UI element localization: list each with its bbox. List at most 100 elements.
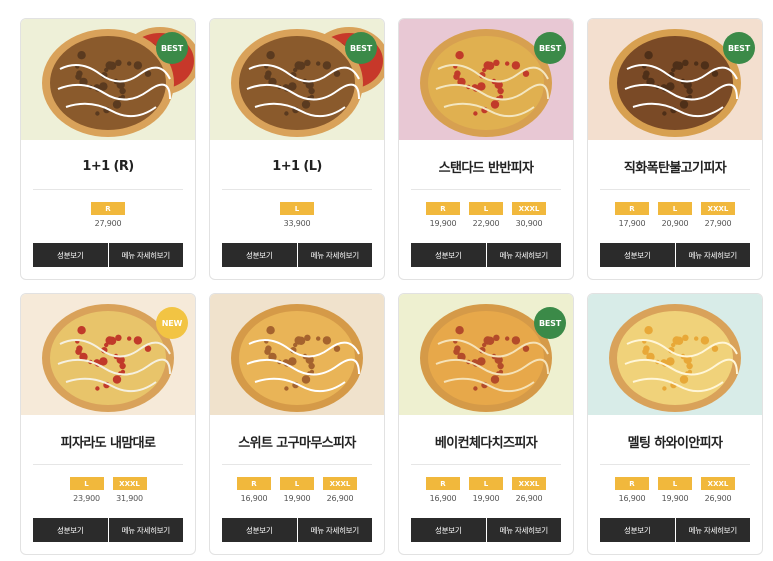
menu-details-button[interactable]: 메뉴 자세히보기	[486, 243, 561, 267]
size-tag: R	[237, 477, 271, 490]
size-option: L 20,900	[657, 202, 693, 228]
product-card[interactable]: BEST 1+1 (R) R 27,900 성분보기 메뉴 자세히보기	[20, 18, 196, 280]
size-price: 23,900	[73, 494, 100, 503]
size-price-list: R 19,900 L 22,900 XXXL 30,900	[399, 202, 573, 228]
size-tag: L	[469, 202, 503, 215]
size-tag: XXXL	[512, 202, 546, 215]
ingredients-button[interactable]: 성분보기	[33, 243, 108, 267]
size-price-list: R 16,900 L 19,900 XXXL 26,900	[588, 477, 762, 503]
pizza-photo[interactable]: BEST	[210, 19, 384, 140]
size-tag: XXXL	[701, 477, 735, 490]
status-badge: BEST	[723, 32, 755, 64]
menu-details-button[interactable]: 메뉴 자세히보기	[297, 243, 372, 267]
size-price-list: R 27,900	[21, 202, 195, 228]
ingredients-button[interactable]: 성분보기	[222, 243, 297, 267]
product-card[interactable]: BEST 1+1 (L) L 33,900 성분보기 메뉴 자세히보기	[209, 18, 385, 280]
status-badge: NEW	[156, 307, 188, 339]
size-price: 16,900	[240, 494, 268, 503]
card-actions: 성분보기 메뉴 자세히보기	[600, 518, 750, 542]
size-tag: XXXL	[112, 477, 147, 490]
size-price-list: L 23,900 XXXL 31,900	[21, 477, 195, 503]
size-tag: R	[615, 202, 649, 215]
pizza-photo[interactable]: BEST	[399, 19, 573, 140]
status-badge: BEST	[534, 32, 566, 64]
size-price-list: R 16,900 L 19,900 XXXL 26,900	[399, 477, 573, 503]
product-name[interactable]: 직화폭탄불고기피자	[600, 140, 750, 190]
size-price: 19,900	[472, 494, 500, 503]
pizza-photo[interactable]	[210, 294, 384, 415]
size-price: 26,900	[704, 494, 732, 503]
size-option: R 19,900	[425, 202, 461, 228]
size-tag: R	[91, 202, 125, 215]
size-price: 19,900	[283, 494, 311, 503]
size-option: R 27,900	[90, 202, 126, 228]
product-name[interactable]: 베이컨체다치즈피자	[411, 415, 561, 465]
menu-details-button[interactable]: 메뉴 자세히보기	[108, 243, 183, 267]
size-price: 27,900	[704, 219, 732, 228]
product-card[interactable]: BEST 베이컨체다치즈피자 R 16,900 L 19,900 XXXL 26,900 성분보…	[398, 293, 574, 555]
product-card[interactable]: 스위트 고구마무스피자 R 16,900 L 19,900 XXXL 26,900 성분보기 메…	[209, 293, 385, 555]
size-tag: L	[280, 202, 314, 215]
product-name[interactable]: 1+1 (R)	[33, 140, 183, 190]
size-option: L 19,900	[657, 477, 693, 503]
ingredients-button[interactable]: 성분보기	[222, 518, 297, 542]
size-tag: XXXL	[701, 202, 735, 215]
size-option: L 22,900	[468, 202, 504, 228]
pizza-illustration	[231, 304, 363, 412]
size-option: XXXL 27,900	[700, 202, 736, 228]
ingredients-button[interactable]: 성분보기	[600, 243, 675, 267]
size-price-list: R 17,900 L 20,900 XXXL 27,900	[588, 202, 762, 228]
menu-details-button[interactable]: 메뉴 자세히보기	[675, 518, 750, 542]
ingredients-button[interactable]: 성분보기	[33, 518, 108, 542]
size-price-list: R 16,900 L 19,900 XXXL 26,900	[210, 477, 384, 503]
product-card[interactable]: BEST 스탠다드 반반피자 R 19,900 L 22,900 XXXL 30,900 성분보…	[398, 18, 574, 280]
pizza-photo[interactable]: NEW	[21, 294, 195, 415]
size-option: XXXL 31,900	[112, 477, 148, 503]
size-option: XXXL 30,900	[511, 202, 547, 228]
product-name[interactable]: 스위트 고구마무스피자	[222, 415, 372, 465]
menu-details-button[interactable]: 메뉴 자세히보기	[675, 243, 750, 267]
size-price: 31,900	[116, 494, 143, 503]
size-option: R 16,900	[236, 477, 272, 503]
menu-details-button[interactable]: 메뉴 자세히보기	[108, 518, 183, 542]
product-name[interactable]: 피자라도 내맘대로	[33, 415, 183, 465]
size-option: R 17,900	[614, 202, 650, 228]
menu-details-button[interactable]: 메뉴 자세히보기	[486, 518, 561, 542]
size-option: L 19,900	[468, 477, 504, 503]
ingredients-button[interactable]: 성분보기	[600, 518, 675, 542]
menu-details-button[interactable]: 메뉴 자세히보기	[297, 518, 372, 542]
size-price: 26,900	[515, 494, 543, 503]
size-price: 33,900	[283, 219, 311, 228]
ingredients-button[interactable]: 성분보기	[411, 518, 486, 542]
size-price: 17,900	[618, 219, 646, 228]
card-actions: 성분보기 메뉴 자세히보기	[411, 243, 561, 267]
pizza-photo[interactable]: BEST	[21, 19, 195, 140]
size-option: R 16,900	[614, 477, 650, 503]
ingredients-button[interactable]: 성분보기	[411, 243, 486, 267]
pizza-photo[interactable]: BEST	[399, 294, 573, 415]
status-badge: BEST	[345, 32, 377, 64]
size-option: L 33,900	[279, 202, 315, 228]
size-option: L 23,900	[69, 477, 105, 503]
pizza-photo[interactable]	[588, 294, 762, 415]
size-price: 19,900	[429, 219, 457, 228]
product-name[interactable]: 스탠다드 반반피자	[411, 140, 561, 190]
size-option: L 19,900	[279, 477, 315, 503]
pizza-photo[interactable]: BEST	[588, 19, 762, 140]
product-name[interactable]: 1+1 (L)	[222, 140, 372, 190]
size-price: 22,900	[472, 219, 500, 228]
product-card[interactable]: BEST 직화폭탄불고기피자 R 17,900 L 20,900 XXXL 27,900 성분보…	[587, 18, 763, 280]
card-actions: 성분보기 메뉴 자세히보기	[600, 243, 750, 267]
card-actions: 성분보기 메뉴 자세히보기	[222, 518, 372, 542]
size-tag: L	[658, 477, 692, 490]
size-tag: L	[69, 477, 104, 490]
product-card[interactable]: NEW 피자라도 내맘대로 L 23,900 XXXL 31,900 성분보기 메뉴 자세히보…	[20, 293, 196, 555]
product-card[interactable]: 멜팅 하와이안피자 R 16,900 L 19,900 XXXL 26,900 성분보기 메뉴 …	[587, 293, 763, 555]
size-tag: L	[658, 202, 692, 215]
product-grid: BEST 1+1 (R) R 27,900 성분보기 메뉴 자세히보기 BEST 1+1 (…	[20, 18, 763, 555]
status-badge: BEST	[534, 307, 566, 339]
card-actions: 성분보기 메뉴 자세히보기	[33, 243, 183, 267]
size-price: 16,900	[618, 494, 646, 503]
size-option: XXXL 26,900	[511, 477, 547, 503]
product-name[interactable]: 멜팅 하와이안피자	[600, 415, 750, 465]
